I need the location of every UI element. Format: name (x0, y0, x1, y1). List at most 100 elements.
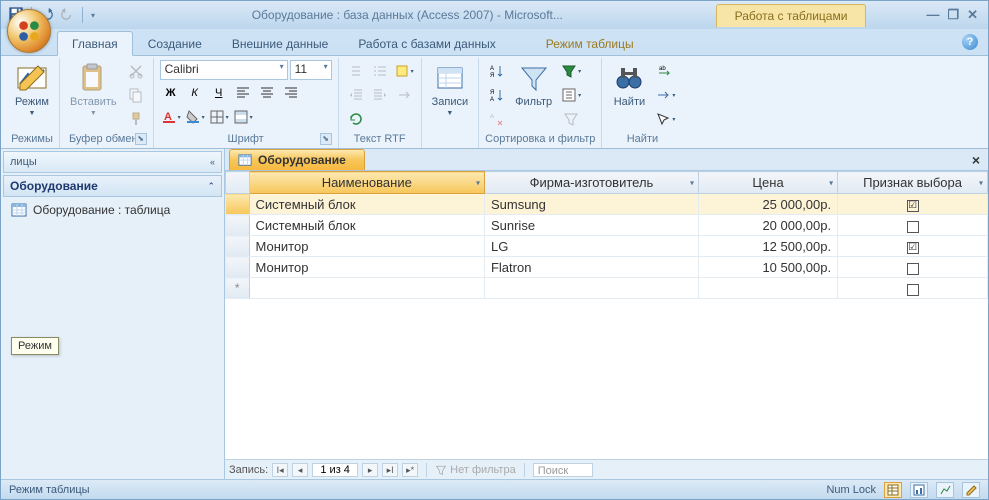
navpane-group-label[interactable]: Оборудование ⌃ (3, 175, 222, 197)
last-record-button[interactable]: ▸I (382, 463, 398, 477)
ltr-button[interactable] (393, 84, 415, 106)
align-center-icon (259, 85, 275, 101)
italic-button[interactable]: К (184, 82, 206, 104)
checkbox-icon (907, 284, 919, 296)
col-flag[interactable]: Признак выбора▾ (838, 172, 988, 194)
col-name[interactable]: Наименование▾ (249, 172, 484, 194)
advanced-filter-button[interactable]: ▾ (560, 84, 582, 106)
binoculars-icon (613, 62, 645, 94)
chevron-down-icon: ▼ (29, 110, 36, 117)
indent-right-button[interactable] (369, 84, 391, 106)
alt-color-button[interactable]: ▾ (232, 106, 254, 128)
clear-sort-button[interactable]: А (485, 108, 507, 130)
highlight-button[interactable]: ▾ (393, 60, 415, 82)
gridlines-button[interactable]: ▾ (208, 106, 230, 128)
close-button[interactable]: ✕ (967, 7, 978, 23)
cut-icon (128, 63, 144, 79)
bold-button[interactable]: Ж (160, 82, 182, 104)
data-table[interactable]: Наименование▾ Фирма-изготовитель▾ Цена▾ … (225, 171, 988, 299)
tab-home[interactable]: Главная (57, 31, 133, 56)
first-record-button[interactable]: I◂ (272, 463, 288, 477)
tab-external-data[interactable]: Внешние данные (217, 31, 344, 55)
font-name-combo[interactable]: Calibri (160, 60, 288, 80)
copy-icon (128, 87, 144, 103)
font-size-combo[interactable]: 11 (290, 60, 332, 80)
doctab-close-button[interactable]: × (972, 152, 980, 168)
brush-icon (128, 111, 144, 127)
toggle-filter-button[interactable] (560, 108, 582, 130)
fill-color-button[interactable]: ▾ (184, 106, 206, 128)
paste-button[interactable]: Вставить ▼ (66, 60, 121, 119)
design-view-button[interactable] (962, 482, 980, 498)
font-launcher[interactable]: ⬊ (320, 133, 332, 145)
table-row[interactable]: Монитор LG 12 500,00р. ☑ (226, 236, 988, 257)
refresh-button[interactable] (345, 108, 367, 130)
goto-icon (655, 87, 671, 103)
redo-icon[interactable] (60, 7, 74, 24)
find-button[interactable]: Найти (608, 60, 650, 110)
help-button[interactable]: ? (962, 34, 978, 50)
restore-button[interactable]: ❐ (947, 7, 959, 23)
new-row[interactable]: * (226, 278, 988, 299)
new-record-button[interactable]: ▸* (402, 463, 418, 477)
svg-text:ab: ab (659, 66, 666, 72)
col-manufacturer[interactable]: Фирма-изготовитель▾ (484, 172, 698, 194)
tab-db-tools[interactable]: Работа с базами данных (343, 31, 510, 55)
datasheet-view-button[interactable] (884, 482, 902, 498)
ribbon-tabs: Главная Создание Внешние данные Работа с… (1, 29, 988, 55)
navpane-item-equipment[interactable]: Оборудование : таблица (1, 197, 224, 223)
cut-button[interactable] (125, 60, 147, 82)
alt-color-icon (233, 109, 249, 125)
next-record-button[interactable]: ▸ (362, 463, 378, 477)
underline-button[interactable]: Ч (208, 82, 230, 104)
selection-filter-button[interactable]: ▾ (560, 60, 582, 82)
indent-left-button[interactable] (345, 84, 367, 106)
group-modes: Режим ▼ Режимы (5, 58, 60, 148)
doctab-equipment[interactable]: Оборудование (229, 149, 365, 170)
numlock-indicator: Num Lock (826, 484, 876, 496)
checkbox-icon: ☑ (907, 200, 919, 212)
minimize-button[interactable]: — (926, 7, 939, 23)
filter-button[interactable]: Фильтр (511, 60, 556, 110)
align-right-button[interactable] (280, 82, 302, 104)
main-area: Оборудование × Наименование▾ Фирма-изгот… (225, 149, 988, 479)
table-row[interactable]: Системный блок Sunrise 20 000,00р. (226, 215, 988, 236)
tab-table-mode[interactable]: Режим таблицы (531, 31, 649, 55)
title-bar: ▾ Оборудование : база данных (Access 200… (1, 1, 988, 29)
tab-create[interactable]: Создание (133, 31, 217, 55)
goto-button[interactable]: ▾ (654, 84, 676, 106)
prev-record-button[interactable]: ◂ (292, 463, 308, 477)
align-left-button[interactable] (232, 82, 254, 104)
record-position-input[interactable] (312, 463, 358, 477)
filter-icon (518, 62, 550, 94)
sort-desc-button[interactable]: ЯА (485, 84, 507, 106)
replace-button[interactable]: ab (654, 60, 676, 82)
office-button[interactable] (7, 9, 51, 53)
select-button[interactable]: ▾ (654, 108, 676, 130)
navpane-header[interactable]: лицы « (3, 151, 222, 173)
chevron-down-icon: ▼ (446, 110, 453, 117)
svg-text:Я: Я (490, 73, 494, 79)
mode-button[interactable]: Режим ▼ (11, 60, 53, 119)
format-painter-button[interactable] (125, 108, 147, 130)
decrease-list-button[interactable] (345, 60, 367, 82)
table-row[interactable]: Системный блок Sumsung 25 000,00р. ☑ (226, 194, 988, 215)
chevron-up-icon: ⌃ (207, 181, 215, 192)
records-button[interactable]: Записи ▼ (428, 60, 473, 119)
align-center-button[interactable] (256, 82, 278, 104)
clipboard-launcher[interactable]: ⬊ (135, 133, 147, 145)
qat-customize-icon[interactable]: ▾ (91, 11, 95, 20)
chart-view-button[interactable] (936, 482, 954, 498)
checkbox-icon (907, 263, 919, 275)
increase-list-button[interactable] (369, 60, 391, 82)
table-row[interactable]: Монитор Flatron 10 500,00р. (226, 257, 988, 278)
search-input[interactable]: Поиск (533, 463, 593, 477)
copy-button[interactable] (125, 84, 147, 106)
font-color-icon: A (161, 109, 177, 125)
checkbox-icon: ☑ (907, 242, 919, 254)
font-color-button[interactable]: A▾ (160, 106, 182, 128)
col-price[interactable]: Цена▾ (699, 172, 838, 194)
select-all-button[interactable] (226, 172, 250, 194)
pivot-view-button[interactable] (910, 482, 928, 498)
sort-asc-button[interactable]: АЯ (485, 60, 507, 82)
